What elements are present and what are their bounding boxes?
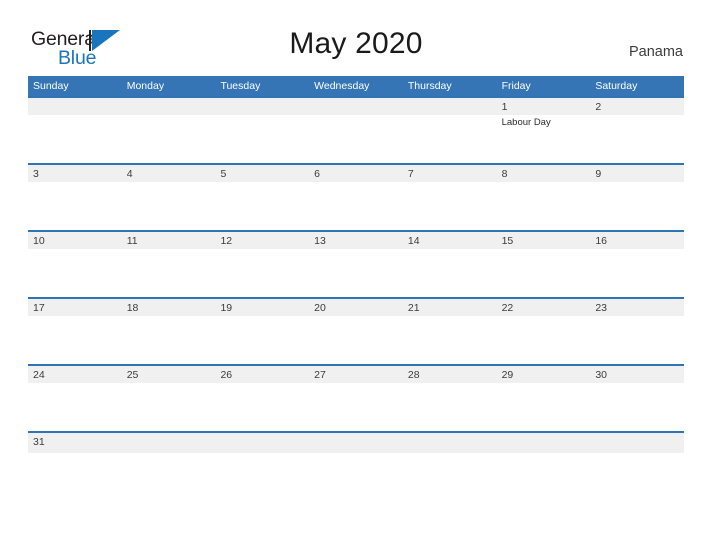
day-number: 17	[33, 302, 45, 314]
weekday-header-friday: Friday	[501, 80, 531, 92]
day-number: 5	[220, 168, 227, 180]
day-number: 26	[220, 369, 233, 381]
calendar-page: General Blue May 2020 Panama Sunday Mond…	[0, 0, 712, 550]
day-number: 25	[126, 369, 139, 381]
page-title: May 2020	[289, 27, 423, 60]
calendar-day-cell[interactable]	[121, 98, 216, 163]
calendar-day-cell[interactable]: 30	[590, 366, 685, 431]
weekday-header-thursday: Thursday	[407, 80, 452, 92]
calendar-week-row: 10 11 12 13 14 15 16	[28, 230, 685, 297]
calendar-day-cell[interactable]: 3	[28, 165, 122, 230]
page-header: General Blue May 2020 Panama	[0, 0, 712, 76]
calendar-day-cell[interactable]	[28, 98, 122, 163]
day-number: 16	[595, 235, 607, 247]
calendar-day-cell[interactable]: 18	[121, 299, 216, 364]
calendar-week-row: 31	[28, 431, 685, 453]
day-number: 28	[407, 369, 420, 381]
calendar-day-cell[interactable]	[121, 433, 216, 453]
calendar-day-cell[interactable]: 5	[215, 165, 310, 230]
calendar-day-cell[interactable]: 22	[496, 299, 591, 364]
calendar-day-cell[interactable]	[496, 433, 591, 453]
calendar-day-cell[interactable]: 20	[309, 299, 403, 364]
calendar-day-cell[interactable]: 6	[309, 165, 403, 230]
day-event-label: Labour Day	[501, 117, 551, 128]
day-number: 19	[220, 302, 233, 314]
calendar-day-cell[interactable]: 31	[28, 433, 122, 453]
calendar-week-row: 3 4 5 6 7 8 9	[28, 163, 685, 230]
weekday-header-wednesday: Wednesday	[314, 80, 370, 92]
weekday-header-saturday: Saturday	[595, 80, 638, 92]
calendar-day-cell[interactable]	[309, 98, 403, 163]
calendar-day-cell[interactable]: 26	[215, 366, 310, 431]
day-number: 15	[501, 235, 514, 247]
day-number: 10	[33, 235, 45, 247]
calendar-day-cell[interactable]	[215, 98, 310, 163]
day-number: 7	[407, 168, 414, 180]
day-number: 27	[314, 369, 326, 381]
day-number: 13	[314, 235, 326, 247]
weekday-header-tuesday: Tuesday	[220, 80, 261, 92]
calendar-week-row: 1 Labour Day 2	[28, 96, 685, 163]
calendar-grid: Sunday Monday Tuesday Wednesday Thursday…	[28, 76, 685, 453]
day-number: 21	[407, 302, 420, 314]
calendar-day-cell[interactable]: 27	[309, 366, 403, 431]
day-number: 9	[595, 168, 602, 180]
calendar-day-cell[interactable]: 14	[402, 232, 497, 297]
day-number: 4	[126, 168, 133, 180]
day-number: 6	[314, 168, 320, 180]
country-label: Panama	[628, 44, 683, 60]
calendar-day-cell[interactable]	[590, 433, 685, 453]
calendar-day-cell[interactable]: 7	[402, 165, 497, 230]
day-number: 11	[126, 235, 138, 247]
calendar-day-cell[interactable]	[402, 98, 497, 163]
day-number: 31	[33, 436, 45, 448]
calendar-day-cell[interactable]: 17	[28, 299, 122, 364]
calendar-day-cell[interactable]: 4	[121, 165, 216, 230]
calendar-day-cell[interactable]	[402, 433, 497, 453]
weekday-header-row: Sunday Monday Tuesday Wednesday Thursday…	[28, 76, 684, 96]
calendar-day-cell[interactable]	[309, 433, 403, 453]
calendar-day-cell[interactable]: 12	[215, 232, 310, 297]
day-number: 20	[314, 302, 326, 314]
day-number: 3	[33, 168, 39, 180]
day-number: 24	[33, 369, 45, 381]
calendar-day-cell[interactable]: 29	[496, 366, 591, 431]
weekday-header-sunday: Sunday	[33, 80, 69, 92]
calendar-day-cell[interactable]: 2	[590, 98, 685, 163]
day-number: 12	[220, 235, 233, 247]
calendar-day-cell[interactable]: 8	[496, 165, 591, 230]
day-number: 1	[501, 101, 508, 113]
calendar-day-cell[interactable]: 9	[590, 165, 685, 230]
calendar-day-cell[interactable]: 13	[309, 232, 403, 297]
calendar-week-row: 17 18 19 20 21 22 23	[28, 297, 685, 364]
calendar-week-row: 24 25 26 27 28 29 30	[28, 364, 685, 431]
calendar-day-cell[interactable]: 25	[121, 366, 216, 431]
day-number: 30	[595, 369, 607, 381]
calendar-day-cell[interactable]: 21	[402, 299, 497, 364]
day-number: 8	[501, 168, 508, 180]
calendar-day-cell[interactable]	[215, 433, 310, 453]
weekday-header-monday: Monday	[126, 80, 165, 92]
calendar-day-cell[interactable]: 24	[28, 366, 122, 431]
day-number: 22	[501, 302, 514, 314]
calendar-day-cell[interactable]: 10	[28, 232, 122, 297]
calendar-day-cell[interactable]: 23	[590, 299, 685, 364]
calendar-day-cell[interactable]: 15	[496, 232, 591, 297]
calendar-day-cell[interactable]: 28	[402, 366, 497, 431]
day-number: 18	[126, 302, 139, 314]
day-number: 23	[595, 302, 607, 314]
day-number: 2	[595, 101, 602, 113]
day-number: 14	[407, 235, 420, 247]
day-number: 29	[501, 369, 514, 381]
calendar-day-cell[interactable]: 11	[121, 232, 216, 297]
calendar-day-cell[interactable]: 19	[215, 299, 310, 364]
calendar-day-cell[interactable]: 1 Labour Day	[496, 98, 591, 163]
calendar-day-cell[interactable]: 16	[590, 232, 685, 297]
